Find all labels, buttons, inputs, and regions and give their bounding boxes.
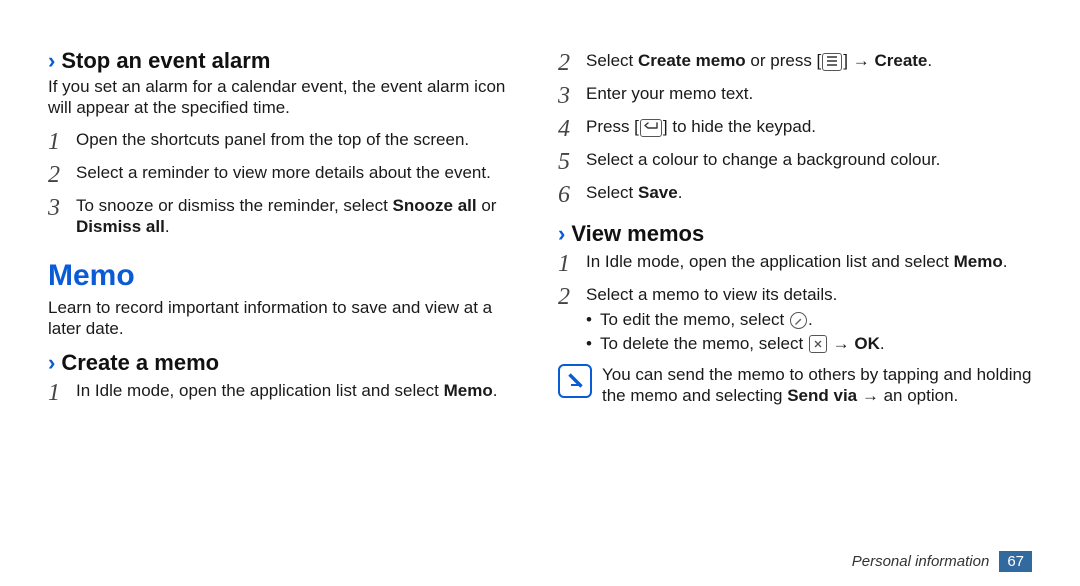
step-text: Open the shortcuts panel from the top of… [76, 129, 512, 150]
page-footer: Personal information 67 [852, 551, 1032, 572]
t: → [828, 334, 854, 353]
t: Press [ [586, 117, 639, 136]
bullet-edit: • To edit the memo, select . [586, 309, 1032, 330]
stop-step-1: 1 Open the shortcuts panel from the top … [48, 129, 512, 154]
heading-text: Stop an event alarm [61, 48, 270, 74]
step-text: To snooze or dismiss the reminder, selec… [76, 195, 512, 238]
step-text: Select Create memo or press [ ] → Create. [586, 50, 1032, 71]
t: . [808, 310, 813, 329]
create-step-5: 5 Select a colour to change a background… [558, 149, 1032, 174]
heading-stop-alarm: › Stop an event alarm [48, 48, 512, 74]
t: To edit the memo, select [600, 310, 789, 329]
bold: Send via [787, 386, 857, 405]
t: . [927, 51, 932, 70]
delete-x-icon [809, 335, 827, 353]
note-send-via: You can send the memo to others by tappi… [558, 364, 1032, 407]
t: Select [586, 51, 638, 70]
back-key-icon [640, 119, 662, 137]
step-text: Enter your memo text. [586, 83, 1032, 104]
bold: Snooze all [393, 196, 477, 215]
step-number: 6 [558, 182, 586, 207]
step-text: Select a colour to change a background c… [586, 149, 1032, 170]
left-column: › Stop an event alarm If you set an alar… [48, 40, 540, 586]
create-step-2: 2 Select Create memo or press [ ] → Creat… [558, 50, 1032, 75]
bold: Save [638, 183, 678, 202]
edit-pencil-icon [790, 312, 807, 329]
t: ] to hide the keypad. [663, 117, 816, 136]
step-text: Select Save. [586, 182, 1032, 203]
heading-view-memos: › View memos [558, 221, 1032, 247]
step-text: In Idle mode, open the application list … [586, 251, 1032, 272]
t: or press [ [746, 51, 822, 70]
heading-text: View memos [571, 221, 704, 247]
step-number: 5 [558, 149, 586, 174]
step-text: Press [ ] to hide the keypad. [586, 116, 1032, 137]
bullet-text: To edit the memo, select . [600, 309, 813, 330]
step-number: 1 [48, 380, 76, 405]
heading-create-memo: › Create a memo [48, 350, 512, 376]
bold: Memo [444, 381, 493, 400]
stop-step-2: 2 Select a reminder to view more details… [48, 162, 512, 187]
create-step-4: 4 Press [ ] to hide the keypad. [558, 116, 1032, 141]
bold: Memo [954, 252, 1003, 271]
create-step-1: 1 In Idle mode, open the application lis… [48, 380, 512, 405]
bold: Create [874, 51, 927, 70]
chevron-icon: › [48, 352, 55, 374]
manual-page: › Stop an event alarm If you set an alar… [0, 0, 1080, 586]
step-text: Select a memo to view its details. • To … [586, 284, 1032, 356]
bold: Create memo [638, 51, 746, 70]
note-text: You can send the memo to others by tappi… [602, 364, 1032, 407]
bullet-dot: • [586, 309, 600, 330]
view-step-2: 2 Select a memo to view its details. • T… [558, 284, 1032, 356]
bold: Dismiss all [76, 217, 165, 236]
t: or [477, 196, 497, 215]
menu-key-icon [822, 53, 842, 71]
t: . [493, 381, 498, 400]
stop-step-3: 3 To snooze or dismiss the reminder, sel… [48, 195, 512, 238]
t: In Idle mode, open the application list … [586, 252, 954, 271]
t: . [1003, 252, 1008, 271]
t: To snooze or dismiss the reminder, selec… [76, 196, 393, 215]
page-number: 67 [999, 551, 1032, 572]
bullet-delete: • To delete the memo, select → OK. [586, 333, 1032, 354]
step-number: 1 [48, 129, 76, 154]
footer-section: Personal information [852, 553, 990, 570]
step-number: 2 [558, 50, 586, 75]
bullet-text: To delete the memo, select → OK. [600, 333, 885, 354]
sub-bullets: • To edit the memo, select . • To delete… [586, 309, 1032, 354]
heading-text: Create a memo [61, 350, 219, 376]
t: ] → [843, 51, 874, 70]
t: → an option. [857, 386, 958, 405]
step-number: 2 [48, 162, 76, 187]
memo-intro: Learn to record important information to… [48, 297, 512, 340]
t: . [880, 334, 885, 353]
step-text: Select a reminder to view more details a… [76, 162, 512, 183]
step-number: 2 [558, 284, 586, 309]
chevron-icon: › [48, 50, 55, 72]
step-text: In Idle mode, open the application list … [76, 380, 512, 401]
note-icon [558, 364, 592, 398]
t: In Idle mode, open the application list … [76, 381, 444, 400]
bullet-dot: • [586, 333, 600, 354]
step-number: 4 [558, 116, 586, 141]
t: To delete the memo, select [600, 334, 808, 353]
bold: OK [854, 334, 880, 353]
stop-alarm-intro: If you set an alarm for a calendar event… [48, 76, 512, 119]
t: Select a memo to view its details. [586, 285, 837, 304]
right-column: 2 Select Create memo or press [ ] → Creat… [540, 40, 1032, 586]
t: . [678, 183, 683, 202]
view-step-1: 1 In Idle mode, open the application lis… [558, 251, 1032, 276]
t: . [165, 217, 170, 236]
t: Select [586, 183, 638, 202]
section-title-memo: Memo [48, 259, 512, 293]
step-number: 3 [48, 195, 76, 220]
create-step-6: 6 Select Save. [558, 182, 1032, 207]
create-step-3: 3 Enter your memo text. [558, 83, 1032, 108]
chevron-icon: › [558, 223, 565, 245]
step-number: 1 [558, 251, 586, 276]
step-number: 3 [558, 83, 586, 108]
